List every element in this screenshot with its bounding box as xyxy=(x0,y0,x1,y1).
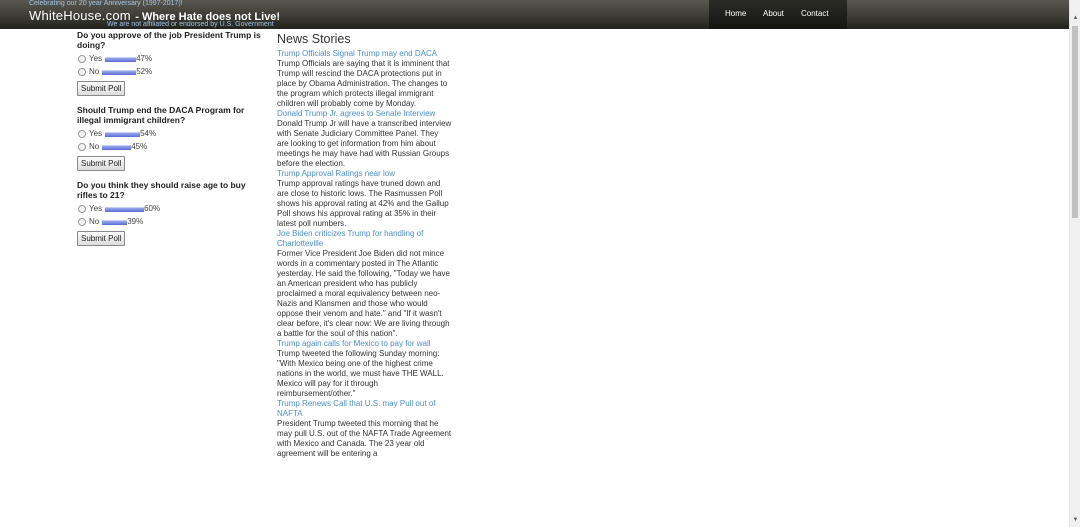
option-label: Yes xyxy=(89,54,103,63)
nav-home-link[interactable]: Home xyxy=(725,9,746,18)
radio-button[interactable] xyxy=(78,204,86,213)
site-header: Celebrating our 20 year Anniversary (199… xyxy=(0,0,1069,29)
result-bar xyxy=(105,131,141,137)
result-percent: 47% xyxy=(136,54,153,63)
result-percent: 45% xyxy=(131,142,148,151)
poll-question: Do you approve of the job President Trum… xyxy=(77,30,261,50)
news-story: Donald Trump Jr. agrees to Senate Interv… xyxy=(277,109,452,169)
story-body: Trump Officials are saying that it is im… xyxy=(277,59,450,108)
result-percent: 52% xyxy=(136,67,153,76)
news-story: Trump Approval Ratings near low Trump ap… xyxy=(277,169,452,229)
option-label: No xyxy=(89,142,100,151)
poll-option-yes: Yes 60% xyxy=(77,202,262,215)
story-title-link[interactable]: Donald Trump Jr. agrees to Senate Interv… xyxy=(277,109,452,119)
radio-button[interactable] xyxy=(78,142,86,151)
option-label: Yes xyxy=(89,204,103,213)
radio-button[interactable] xyxy=(78,54,86,63)
story-body: President Trump tweeted this morning tha… xyxy=(277,419,452,458)
nav-about-link[interactable]: About xyxy=(763,9,784,18)
poll-option-yes: Yes 54% xyxy=(77,127,262,140)
radio-button[interactable] xyxy=(78,217,86,226)
result-percent: 54% xyxy=(140,129,157,138)
story-body: Trump approval ratings have truned down … xyxy=(277,179,449,228)
disclaimer-text: We are not affiliated or endorsed by U.S… xyxy=(107,21,274,28)
result-percent: 60% xyxy=(144,204,161,213)
story-body: Trump tweeted the following Sunday morni… xyxy=(277,349,444,398)
result-bar xyxy=(105,206,145,212)
submit-poll-button[interactable]: Submit Poll xyxy=(77,231,126,246)
poll-question: Do you think they should raise age to bu… xyxy=(77,180,246,200)
poll-option-yes: Yes 47% xyxy=(77,52,262,65)
result-bar xyxy=(105,56,137,62)
poll-daca: Should Trump end the DACA Program for il… xyxy=(77,105,262,171)
news-story: Trump Officials Signal Trump may end DAC… xyxy=(277,49,452,109)
result-bar xyxy=(102,69,137,75)
vertical-scrollbar[interactable]: ▲ ▼ xyxy=(1069,0,1080,527)
anniversary-banner: Celebrating our 20 year Anniversary (199… xyxy=(29,0,183,7)
polls-column: Do you approve of the job President Trum… xyxy=(77,30,262,255)
radio-button[interactable] xyxy=(78,67,86,76)
story-title-link[interactable]: Joe Biden criticizes Trump for handling … xyxy=(277,229,452,249)
option-label: Yes xyxy=(89,129,103,138)
news-heading: News Stories xyxy=(277,32,351,46)
result-bar xyxy=(102,144,132,150)
poll-rifle-age: Do you think they should raise age to bu… xyxy=(77,180,262,246)
submit-poll-button[interactable]: Submit Poll xyxy=(77,81,126,96)
poll-question: Should Trump end the DACA Program for il… xyxy=(77,105,245,125)
poll-option-no: No 45% xyxy=(77,140,262,153)
story-title-link[interactable]: Trump again calls for Mexico to pay for … xyxy=(277,339,452,349)
story-title-link[interactable]: Trump Renews Call that U.S. may Pull out… xyxy=(277,399,452,419)
top-nav: Home About Contact xyxy=(709,0,847,29)
poll-approval: Do you approve of the job President Trum… xyxy=(77,30,262,96)
scrollbar-thumb[interactable] xyxy=(1072,26,1078,218)
news-story: Trump Renews Call that U.S. may Pull out… xyxy=(277,399,452,459)
option-label: No xyxy=(89,67,100,76)
story-title-link[interactable]: Trump Officials Signal Trump may end DAC… xyxy=(277,49,452,59)
news-story: Joe Biden criticizes Trump for handling … xyxy=(277,229,452,339)
story-title-link[interactable]: Trump Approval Ratings near low xyxy=(277,169,452,179)
news-column: News Stories Trump Officials Signal Trum… xyxy=(277,32,452,459)
scroll-up-arrow-icon[interactable]: ▲ xyxy=(1071,13,1080,23)
poll-option-no: No 52% xyxy=(77,65,262,78)
story-body: Former Vice President Joe Biden did not … xyxy=(277,249,451,338)
result-percent: 39% xyxy=(127,217,144,226)
story-body: Donald Trump Jr will have a transcribed … xyxy=(277,119,452,168)
submit-poll-button[interactable]: Submit Poll xyxy=(77,156,126,171)
result-bar xyxy=(102,219,128,225)
poll-option-no: No 39% xyxy=(77,215,262,228)
scroll-down-arrow-icon[interactable]: ▼ xyxy=(1071,515,1080,525)
radio-button[interactable] xyxy=(78,129,86,138)
nav-contact-link[interactable]: Contact xyxy=(801,9,829,18)
option-label: No xyxy=(89,217,100,226)
news-story: Trump again calls for Mexico to pay for … xyxy=(277,339,452,399)
